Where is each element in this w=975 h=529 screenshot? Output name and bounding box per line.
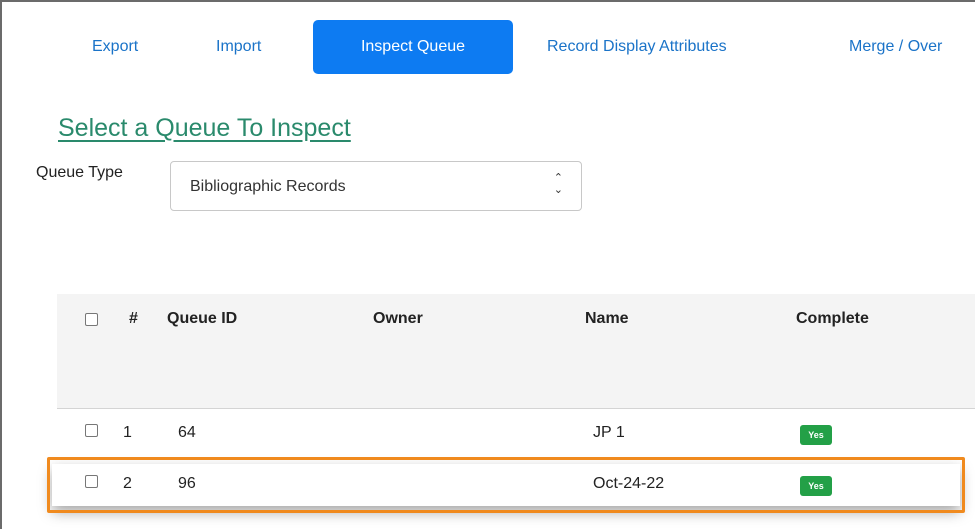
header-number: # [129, 310, 138, 327]
row-checkbox[interactable] [85, 475, 98, 488]
header-queue-id[interactable]: Queue ID [167, 310, 237, 328]
header-complete[interactable]: Complete [796, 310, 869, 328]
tab-record-display-attributes[interactable]: Record Display Attributes [547, 20, 727, 74]
tab-import[interactable]: Import [216, 20, 261, 74]
queue-type-value: Bibliographic Records [190, 178, 346, 195]
row-name: JP 1 [593, 424, 625, 441]
header-name[interactable]: Name [585, 310, 629, 328]
select-arrows-icon: ⌃ ⌄ [553, 172, 563, 196]
queue-type-label: Queue Type [36, 164, 123, 181]
row-number: 2 [123, 475, 132, 492]
table-row[interactable]: 2 96 Oct-24-22 Yes [57, 465, 975, 509]
select-all-checkbox[interactable] [85, 313, 98, 326]
tab-inspect-queue[interactable]: Inspect Queue [313, 20, 513, 74]
header-owner[interactable]: Owner [373, 310, 423, 328]
table-row[interactable]: 1 64 JP 1 Yes [57, 414, 975, 458]
row-checkbox[interactable] [85, 424, 98, 437]
tab-export[interactable]: Export [92, 20, 138, 74]
complete-badge: Yes [800, 425, 832, 445]
page-title: Select a Queue To Inspect [58, 114, 351, 142]
frame-border-left [0, 0, 2, 529]
row-number: 1 [123, 424, 132, 441]
tab-bar: Export Import Inspect Queue Record Displ… [0, 20, 975, 76]
queue-type-select[interactable]: Bibliographic Records ⌃ ⌄ [170, 161, 582, 211]
table-header: # Queue ID Owner Name Complete [57, 294, 975, 409]
row-queue-id: 96 [178, 475, 196, 492]
frame-border-top [0, 0, 975, 2]
row-name: Oct-24-22 [593, 475, 665, 492]
tab-merge-overlay[interactable]: Merge / Over [849, 20, 942, 74]
row-queue-id: 64 [178, 424, 196, 441]
complete-badge: Yes [800, 476, 832, 496]
